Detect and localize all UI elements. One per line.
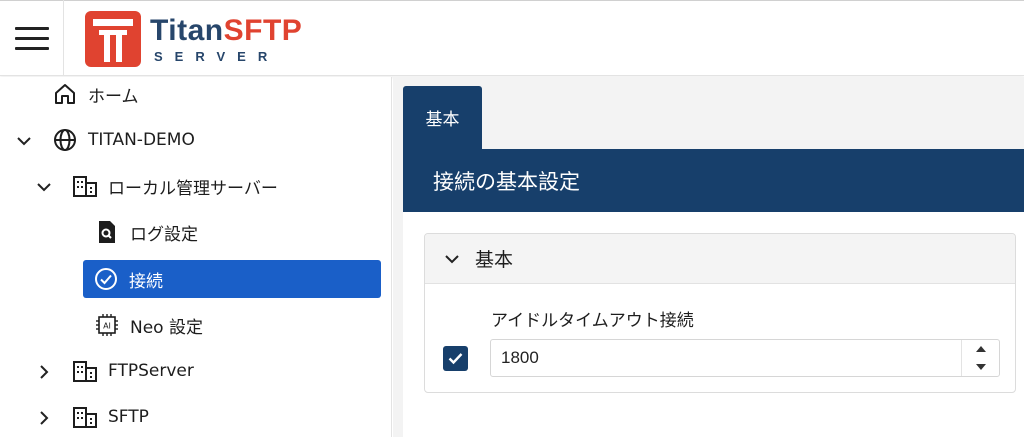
tab-basic[interactable]: 基本 [403, 86, 482, 149]
sidebar-item-titan-demo[interactable]: TITAN-DEMO [52, 121, 195, 159]
sidebar-item-label: ローカル管理サーバー [108, 178, 278, 199]
panel-body: 基本 アイドルタイムアウト接続 [403, 212, 1024, 437]
top-border [0, 0, 1024, 1]
sidebar-item-local-server[interactable]: ローカル管理サーバー [72, 167, 278, 205]
server-icon [72, 358, 98, 384]
titan-sftp-logo[interactable]: TitanSFTP SERVER [84, 8, 302, 70]
number-spinner [961, 340, 999, 376]
svg-text:AI: AI [103, 322, 111, 331]
app-header: TitanSFTP SERVER [0, 0, 1024, 76]
idle-timeout-input [490, 339, 1000, 377]
check-circle-icon [93, 266, 119, 292]
section-header-basic[interactable]: 基本 [425, 234, 1015, 284]
sidebar-item-label: FTPServer [108, 361, 194, 381]
sidebar-item-sftp[interactable]: SFTP [72, 398, 149, 436]
home-icon [52, 81, 78, 107]
main-content: 基本 接続の基本設定 基本 アイドルタイムアウト接続 [393, 77, 1024, 437]
menu-line-icon [14, 36, 49, 40]
ai-chip-icon: AI [94, 312, 120, 338]
spin-down-button[interactable] [962, 358, 1000, 376]
idle-timeout-checkbox[interactable] [443, 346, 468, 371]
menu-line-icon [14, 46, 49, 50]
panel-title: 接続の基本設定 [403, 149, 1024, 212]
logo-title: TitanSFTP [150, 13, 303, 47]
logo-subtitle: SERVER [154, 48, 280, 64]
chevron-down-icon [443, 250, 461, 268]
chevron-right-icon[interactable] [34, 362, 54, 382]
section-title: 基本 [475, 249, 514, 271]
spin-up-button[interactable] [962, 340, 1000, 358]
server-icon [72, 404, 98, 430]
sidebar-item-neo-settings[interactable]: AI Neo 設定 [94, 306, 203, 344]
menu-line-icon [14, 26, 49, 30]
sidebar-item-connection[interactable]: 接続 [83, 260, 381, 298]
triangle-down-icon [976, 364, 986, 370]
sidebar-item-label: ホーム [88, 86, 139, 107]
idle-timeout-label: アイドルタイムアウト接続 [491, 311, 694, 331]
hamburger-menu-button[interactable] [0, 0, 64, 76]
chevron-right-icon[interactable] [34, 408, 54, 428]
titan-logo-mark-icon [85, 11, 141, 67]
sidebar-item-label: TITAN-DEMO [88, 130, 195, 150]
navigation-sidebar: ホーム TITAN-DEMO ローカル管理サーバー ログ設定 接続 AI Neo… [0, 77, 392, 437]
sidebar-item-label: Neo 設定 [130, 317, 203, 338]
chevron-down-icon[interactable] [34, 177, 54, 197]
triangle-up-icon [976, 346, 986, 352]
sidebar-item-label: SFTP [108, 407, 149, 427]
globe-icon [52, 127, 78, 153]
sidebar-item-home[interactable]: ホーム [52, 75, 139, 113]
log-search-icon [94, 219, 120, 245]
basic-section-card: 基本 アイドルタイムアウト接続 [424, 233, 1016, 393]
checkmark-icon [448, 353, 463, 365]
sidebar-item-ftpserver[interactable]: FTPServer [72, 352, 194, 390]
sidebar-item-label: ログ設定 [130, 224, 198, 245]
chevron-down-icon[interactable] [14, 131, 34, 151]
idle-timeout-value-field[interactable] [491, 340, 961, 376]
server-icon [72, 173, 98, 199]
sidebar-item-label: 接続 [129, 271, 163, 292]
sidebar-item-log-settings[interactable]: ログ設定 [94, 213, 198, 251]
